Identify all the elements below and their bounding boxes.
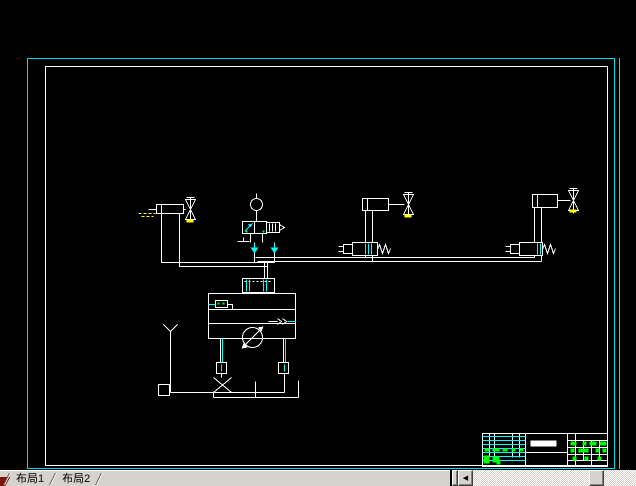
schematic-cyan-lines [208, 223, 541, 461]
tab-separator [49, 472, 57, 485]
yellow-valve-marks [186, 209, 577, 223]
drain-y-icon [163, 324, 178, 393]
hscrollbar-thumb[interactable] [589, 470, 604, 486]
main-pipes [255, 257, 542, 262]
tab-separator [95, 472, 103, 485]
tab-layout2[interactable]: 布局2 [60, 472, 92, 486]
green-marks [217, 230, 607, 465]
drawing-canvas[interactable] [0, 0, 636, 486]
solenoid-valve-group [237, 221, 286, 263]
white-fills [241, 326, 557, 447]
tank-drain-group [158, 324, 299, 398]
left-cylinder-group [148, 197, 268, 267]
middle-cylinder-group [338, 192, 415, 262]
yellow-hatch-marks [138, 213, 156, 217]
right-cylinder-group [505, 188, 580, 262]
hscrollbar-track[interactable] [473, 470, 636, 486]
title-block-highlight [530, 440, 557, 447]
title-block-grid-white [482, 433, 608, 467]
pressure-gauge-icon [250, 193, 263, 222]
shutoff-cross-icon [213, 377, 232, 393]
hydraulic-schematic [148, 188, 608, 467]
scroll-left-arrow-icon: ◀ [462, 475, 469, 482]
tab-layout1[interactable]: 布局1 [14, 472, 46, 486]
scroll-left-button[interactable]: ◀ [458, 470, 473, 486]
layout-tab-bar: 布局1 布局2 [0, 470, 450, 486]
pump-manifold-group [208, 293, 296, 348]
